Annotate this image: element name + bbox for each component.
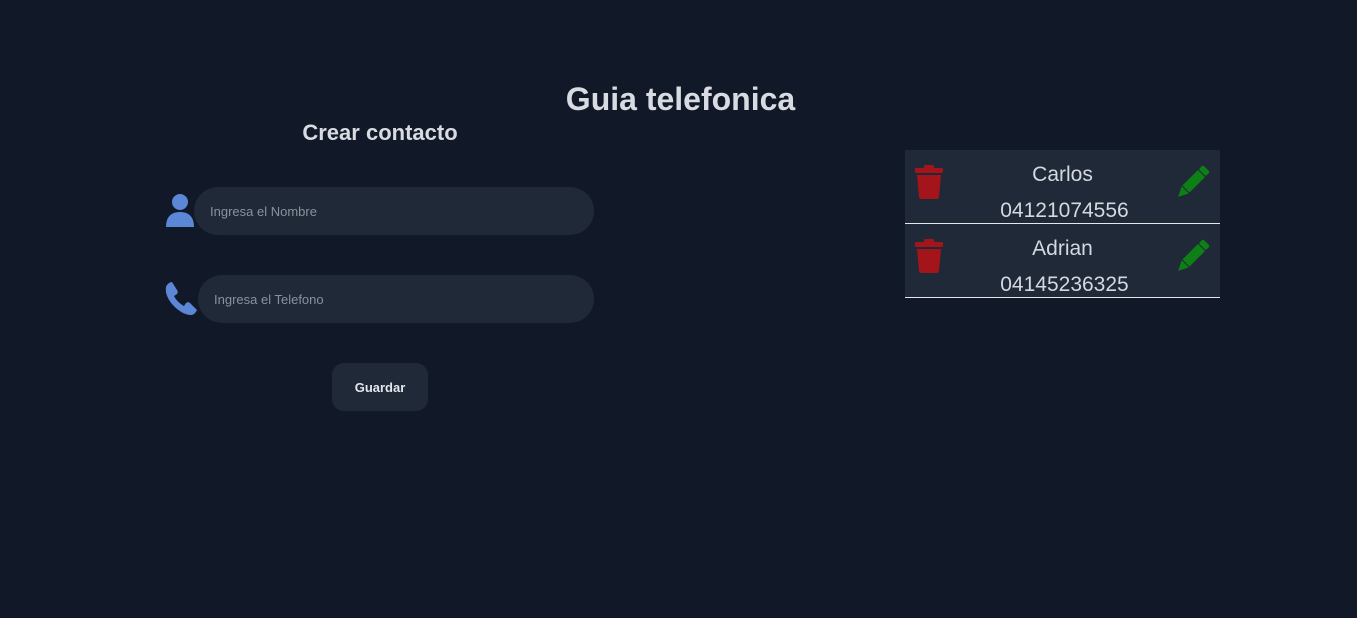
phone-icon [164, 281, 198, 317]
contact-phone: 04145236325 [1000, 273, 1129, 296]
user-icon [164, 193, 198, 229]
name-field-row [164, 187, 594, 235]
contact-name: Carlos [1032, 163, 1093, 186]
pencil-icon[interactable] [1176, 165, 1210, 199]
contact-phone: 04121074556 [1000, 199, 1129, 222]
pencil-icon[interactable] [1176, 239, 1210, 273]
contact-list: Carlos 04121074556 Adrian 04145236325 [905, 150, 1220, 298]
phone-book-page: Guia telefonica Crear contacto Guardar [0, 0, 1357, 618]
form-title: Crear contacto [302, 120, 458, 145]
name-input[interactable] [194, 187, 594, 235]
contact-name: Adrian [1032, 237, 1093, 260]
save-button[interactable]: Guardar [332, 363, 428, 411]
phone-input[interactable] [198, 275, 594, 323]
page-title: Guia telefonica [565, 81, 796, 117]
contact-card: Adrian 04145236325 [905, 224, 1220, 298]
phone-field-row [164, 275, 594, 323]
contact-card: Carlos 04121074556 [905, 150, 1220, 224]
